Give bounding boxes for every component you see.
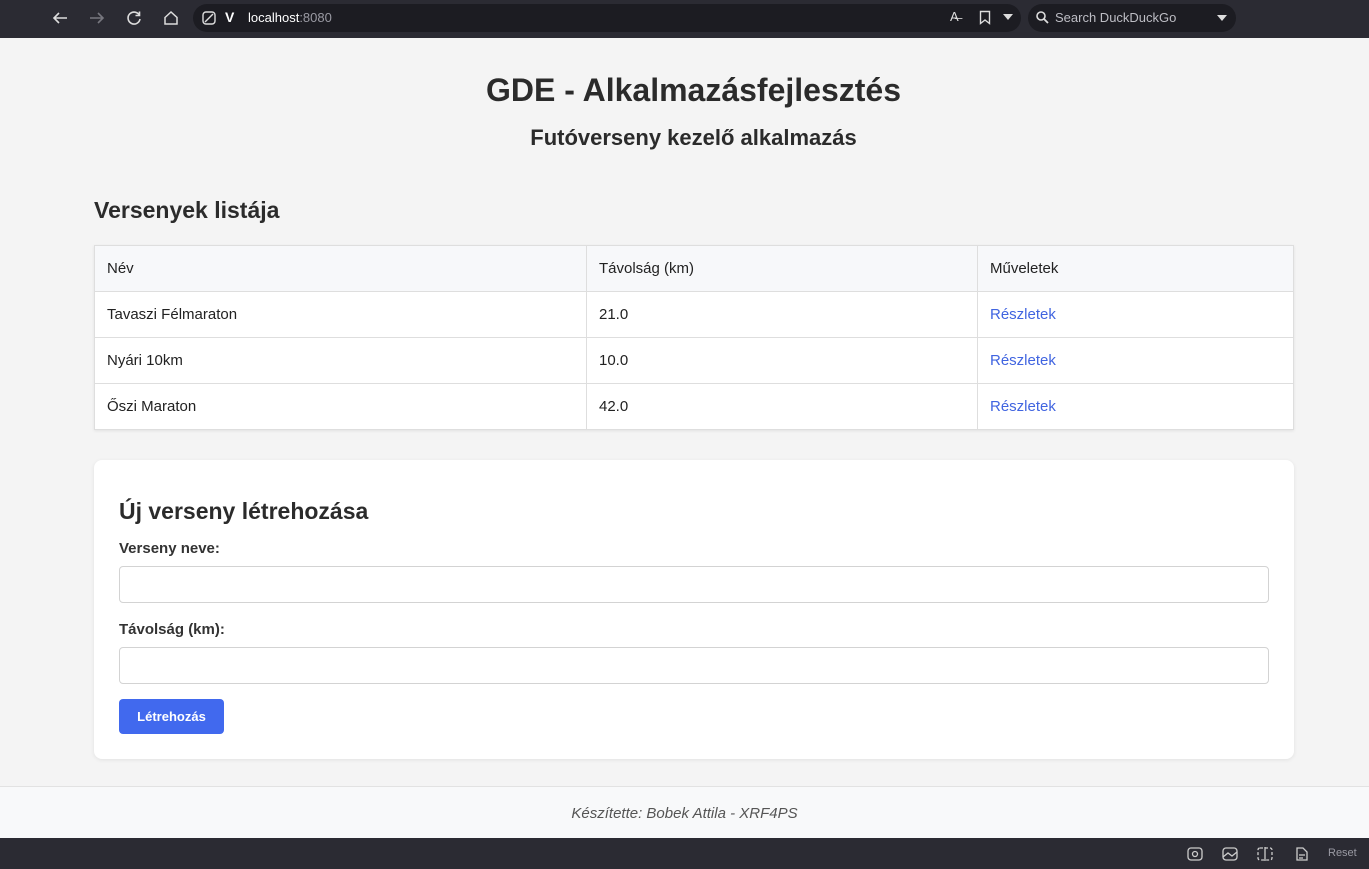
translate-icon[interactable]: A̶ bbox=[950, 9, 959, 24]
race-actions-cell: Részletek bbox=[977, 337, 1294, 384]
race-name-cell: Nyári 10km bbox=[94, 337, 587, 384]
url-port: :8080 bbox=[299, 10, 332, 25]
race-name-label: Verseny neve: bbox=[119, 540, 220, 557]
bookmark-dropdown-icon[interactable] bbox=[1003, 14, 1013, 20]
capture-icon[interactable] bbox=[1186, 846, 1204, 862]
race-list-title: Versenyek listája bbox=[94, 197, 280, 223]
table-header-row: Név Távolság (km) Műveletek bbox=[94, 245, 1294, 292]
search-bar[interactable]: Search DuckDuckGo bbox=[1028, 4, 1236, 32]
reload-icon bbox=[127, 11, 141, 25]
new-race-card: Új verseny létrehozása Verseny neve: Táv… bbox=[94, 460, 1294, 759]
forward-arrow-icon bbox=[90, 12, 105, 24]
search-engine-dropdown-icon[interactable] bbox=[1217, 15, 1227, 21]
address-bar[interactable]: V localhost:8080 A̶ bbox=[193, 4, 1021, 32]
browser-status-bar: Reset bbox=[0, 838, 1369, 869]
race-distance-cell: 21.0 bbox=[586, 291, 978, 338]
race-distance-cell: 42.0 bbox=[586, 383, 978, 430]
details-link[interactable]: Részletek bbox=[990, 398, 1056, 415]
column-header-name: Név bbox=[94, 245, 587, 292]
reload-button[interactable] bbox=[121, 6, 147, 30]
race-name-cell: Őszi Maraton bbox=[94, 383, 587, 430]
page-subtitle: Futóverseny kezelő alkalmazás bbox=[530, 125, 857, 150]
search-icon bbox=[1036, 11, 1049, 24]
table-row: Őszi Maraton 42.0 Részletek bbox=[94, 383, 1294, 430]
create-race-button[interactable]: Létrehozás bbox=[119, 699, 224, 734]
image-toggle-icon[interactable] bbox=[1221, 846, 1239, 862]
details-link[interactable]: Részletek bbox=[990, 306, 1056, 323]
details-link[interactable]: Részletek bbox=[990, 352, 1056, 369]
site-shield-icon[interactable] bbox=[201, 10, 217, 26]
race-table: Név Távolság (km) Műveletek Tavaszi Félm… bbox=[94, 245, 1294, 430]
page-actions-icon[interactable] bbox=[1292, 846, 1310, 862]
new-race-title: Új verseny létrehozása bbox=[119, 498, 369, 524]
home-button[interactable] bbox=[158, 6, 184, 30]
back-button[interactable] bbox=[47, 6, 73, 30]
race-name-input[interactable] bbox=[119, 566, 1269, 603]
page-footer: Készítette: Bobek Attila - XRF4PS bbox=[0, 786, 1369, 838]
race-distance-input[interactable] bbox=[119, 647, 1269, 684]
search-placeholder: Search DuckDuckGo bbox=[1055, 10, 1177, 25]
race-distance-label: Távolság (km): bbox=[119, 621, 225, 638]
page-title: GDE - Alkalmazásfejlesztés bbox=[486, 72, 901, 108]
bookmark-icon[interactable] bbox=[979, 10, 991, 25]
column-header-actions: Műveletek bbox=[977, 245, 1294, 292]
column-header-distance: Távolság (km) bbox=[586, 245, 978, 292]
url-text[interactable]: localhost:8080 bbox=[248, 10, 332, 25]
race-actions-cell: Részletek bbox=[977, 291, 1294, 338]
browser-toolbar: V localhost:8080 A̶ Search DuckDuckGo bbox=[0, 0, 1369, 38]
race-name-cell: Tavaszi Félmaraton bbox=[94, 291, 587, 338]
forward-button[interactable] bbox=[84, 6, 110, 30]
back-arrow-icon bbox=[52, 12, 67, 24]
table-row: Tavaszi Félmaraton 21.0 Részletek bbox=[94, 291, 1294, 338]
zoom-reset-button[interactable]: Reset bbox=[1328, 847, 1357, 859]
url-host: localhost bbox=[248, 10, 300, 25]
vivaldi-logo-icon: V bbox=[225, 9, 235, 25]
footer-text: Készítette: Bobek Attila - XRF4PS bbox=[571, 805, 798, 822]
race-actions-cell: Részletek bbox=[977, 383, 1294, 430]
race-distance-cell: 10.0 bbox=[586, 337, 978, 384]
home-icon bbox=[164, 10, 178, 25]
table-row: Nyári 10km 10.0 Részletek bbox=[94, 337, 1294, 384]
page-tiling-icon[interactable] bbox=[1256, 846, 1274, 862]
